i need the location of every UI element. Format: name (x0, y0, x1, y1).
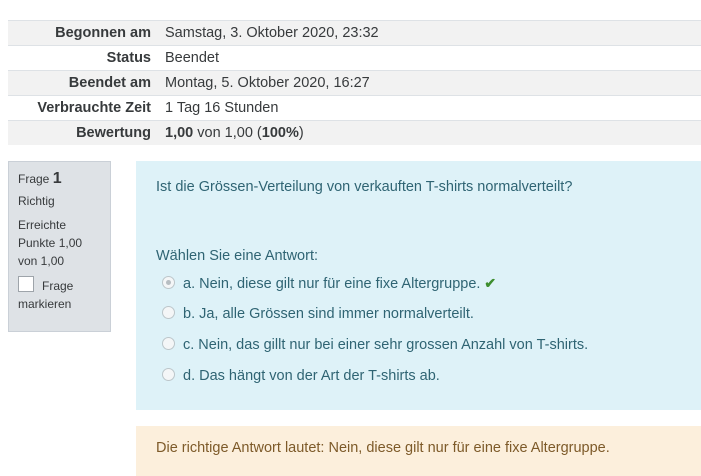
answer-option-a[interactable]: a. Nein, diese gilt nur für eine fixe Al… (162, 273, 588, 304)
answer-option-label: d. Das hängt von der Art der T-shirts ab… (183, 368, 440, 384)
answer-prompt: Wählen Sie eine Antwort: (156, 248, 319, 264)
grade-score: 1,00 (165, 125, 194, 141)
summary-row-grade: Bewertung 1,00 von 1,00 (100%) (8, 120, 701, 145)
flag-question-toggle[interactable]: Frage markieren (18, 276, 101, 313)
flag-checkbox[interactable] (18, 276, 34, 292)
answer-options: a. Nein, diese gilt nur für eine fixe Al… (162, 273, 588, 397)
attempt-summary-table: Begonnen am Samstag, 3. Oktober 2020, 23… (8, 20, 701, 145)
question-number-value: 1 (52, 170, 62, 187)
summary-row-status: Status Beendet (8, 45, 701, 71)
answer-option-c[interactable]: c. Nein, das gillt nur bei einer sehr gr… (162, 335, 588, 366)
summary-value: Montag, 5. Oktober 2020, 16:27 (157, 70, 701, 96)
question-state: Richtig (18, 194, 55, 208)
summary-label: Status (8, 45, 157, 71)
answer-option-label: a. Nein, diese gilt nur für eine fixe Al… (183, 276, 481, 292)
answer-option-label: b. Ja, alle Grössen sind immer normalver… (183, 306, 474, 322)
summary-row-finished: Beendet am Montag, 5. Oktober 2020, 16:2… (8, 70, 701, 96)
answer-option-label: c. Nein, das gillt nur bei einer sehr gr… (183, 337, 589, 353)
summary-value: 1,00 von 1,00 (100%) (157, 120, 701, 145)
check-icon: ✔ (484, 275, 497, 291)
question-grade: Erreichte Punkte 1,00 von 1,00 (18, 218, 83, 268)
grade-close: ) (298, 125, 304, 141)
radio-button[interactable] (162, 306, 175, 319)
summary-value: 1 Tag 16 Stunden (157, 95, 701, 121)
summary-value: Beendet (157, 45, 701, 71)
question-text: Ist die Grössen-Verteilung von verkaufte… (156, 179, 573, 195)
summary-label: Bewertung (8, 120, 157, 145)
answer-option-b[interactable]: b. Ja, alle Grössen sind immer normalver… (162, 304, 588, 335)
question-number: Frage 1 (18, 170, 101, 188)
radio-button[interactable] (162, 368, 175, 381)
radio-button[interactable] (162, 337, 175, 350)
question-number-label: Frage (18, 172, 50, 186)
summary-row-started: Begonnen am Samstag, 3. Oktober 2020, 23… (8, 20, 701, 46)
question-formulation: Ist die Grössen-Verteilung von verkaufte… (136, 161, 701, 410)
grade-percent: 100% (261, 125, 299, 141)
summary-label: Beendet am (8, 70, 157, 96)
summary-row-time: Verbrauchte Zeit 1 Tag 16 Stunden (8, 95, 701, 121)
right-answer-feedback: Die richtige Antwort lautet: Nein, diese… (136, 426, 701, 476)
grade-of: von 1,00 ( (193, 125, 262, 141)
question-info-panel: Frage 1 Richtig Erreichte Punkte 1,00 vo… (8, 161, 111, 332)
summary-label: Verbrauchte Zeit (8, 95, 157, 121)
radio-button-checked[interactable] (162, 276, 175, 289)
summary-label: Begonnen am (8, 20, 157, 46)
summary-value: Samstag, 3. Oktober 2020, 23:32 (157, 20, 701, 46)
answer-option-d[interactable]: d. Das hängt von der Art der T-shirts ab… (162, 366, 588, 397)
